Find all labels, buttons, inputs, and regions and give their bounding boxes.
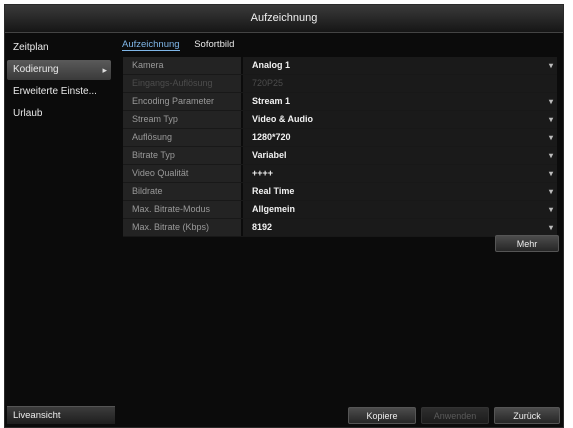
setting-value: Analog 1 — [252, 60, 291, 70]
setting-row-max-bitrate-kbps: Max. Bitrate (Kbps) 8192 ▾ — [123, 219, 557, 237]
setting-label: Bitrate Typ — [123, 147, 241, 164]
chevron-down-icon: ▾ — [548, 133, 553, 142]
sidebar-item-erweiterte-einstellungen[interactable]: Erweiterte Einste... — [7, 82, 111, 102]
frame-rate-select[interactable]: Real Time ▾ — [243, 183, 557, 200]
sidebar-item-kodierung[interactable]: Kodierung ▸ — [7, 60, 111, 80]
tab-sofortbild[interactable]: Sofortbild — [194, 39, 234, 50]
setting-label: Stream Typ — [123, 111, 241, 128]
chevron-down-icon: ▾ — [548, 115, 553, 124]
back-button[interactable]: Zurück — [494, 407, 560, 424]
title-bar: Aufzeichnung — [5, 5, 563, 33]
setting-value: Allgemein — [252, 204, 296, 214]
sidebar-item-label: Urlaub — [13, 108, 43, 119]
encoding-parameter-select[interactable]: Stream 1 ▾ — [243, 93, 557, 110]
copy-button[interactable]: Kopiere — [348, 407, 416, 424]
sidebar-item-label: Erweiterte Einste... — [13, 86, 97, 97]
setting-label: Video Qualität — [123, 165, 241, 182]
setting-value: 1280*720 — [252, 132, 291, 142]
setting-row-aufloesung: Auflösung 1280*720 ▾ — [123, 129, 557, 147]
chevron-down-icon: ▾ — [548, 61, 553, 70]
apply-button[interactable]: Anwenden — [421, 407, 489, 424]
tab-bar: Aufzeichnung Sofortbild — [122, 39, 246, 53]
input-resolution-value: 720P25 — [243, 75, 557, 92]
live-view-button[interactable]: Liveansicht — [7, 406, 115, 424]
setting-label: Encoding Parameter — [123, 93, 241, 110]
setting-row-max-bitrate-modus: Max. Bitrate-Modus Allgemein ▾ — [123, 201, 557, 219]
chevron-down-icon: ▾ — [548, 151, 553, 160]
setting-label: Eingangs-Auflösung — [123, 75, 241, 92]
setting-row-video-qualitaet: Video Qualität ++++ ▾ — [123, 165, 557, 183]
setting-row-eingangs-aufloesung: Eingangs-Auflösung 720P25 — [123, 75, 557, 93]
sidebar-item-label: Zeitplan — [13, 42, 49, 53]
video-quality-select[interactable]: ++++ ▾ — [243, 165, 557, 182]
setting-row-bildrate: Bildrate Real Time ▾ — [123, 183, 557, 201]
chevron-down-icon: ▾ — [548, 97, 553, 106]
setting-value: Variabel — [252, 150, 287, 160]
recording-settings-window: Aufzeichnung Zeitplan Kodierung ▸ Erweit… — [4, 4, 564, 428]
setting-row-bitrate-typ: Bitrate Typ Variabel ▾ — [123, 147, 557, 165]
setting-value: 8192 — [252, 222, 273, 232]
setting-label: Max. Bitrate-Modus — [123, 201, 241, 218]
setting-value: Real Time — [252, 186, 295, 196]
setting-row-stream-typ: Stream Typ Video & Audio ▾ — [123, 111, 557, 129]
setting-label: Bildrate — [123, 183, 241, 200]
sidebar: Zeitplan Kodierung ▸ Erweiterte Einste..… — [7, 38, 111, 126]
window-title: Aufzeichnung — [250, 12, 318, 24]
sidebar-item-urlaub[interactable]: Urlaub — [7, 104, 111, 124]
stream-type-select[interactable]: Video & Audio ▾ — [243, 111, 557, 128]
setting-value: ++++ — [252, 168, 274, 178]
chevron-down-icon: ▾ — [548, 223, 553, 232]
camera-select[interactable]: Analog 1 ▾ — [243, 57, 557, 74]
setting-label: Kamera — [123, 57, 241, 74]
sidebar-item-zeitplan[interactable]: Zeitplan — [7, 38, 111, 58]
setting-value: Video & Audio — [252, 114, 314, 124]
setting-value: 720P25 — [252, 78, 284, 88]
more-button[interactable]: Mehr — [495, 235, 559, 252]
chevron-down-icon: ▾ — [548, 169, 553, 178]
chevron-down-icon: ▾ — [548, 187, 553, 196]
chevron-right-icon: ▸ — [102, 65, 107, 75]
setting-label: Auflösung — [123, 129, 241, 146]
setting-row-kamera: Kamera Analog 1 ▾ — [123, 57, 557, 75]
resolution-select[interactable]: 1280*720 ▾ — [243, 129, 557, 146]
tab-aufzeichnung[interactable]: Aufzeichnung — [122, 39, 180, 51]
setting-value: Stream 1 — [252, 96, 291, 106]
sidebar-item-label: Kodierung — [13, 64, 59, 75]
max-bitrate-mode-select[interactable]: Allgemein ▾ — [243, 201, 557, 218]
max-bitrate-select[interactable]: 8192 ▾ — [243, 219, 557, 236]
setting-label: Max. Bitrate (Kbps) — [123, 219, 241, 236]
setting-row-encoding-parameter: Encoding Parameter Stream 1 ▾ — [123, 93, 557, 111]
chevron-down-icon: ▾ — [548, 205, 553, 214]
encoding-settings-table: Kamera Analog 1 ▾ Eingangs-Auflösung 720… — [123, 57, 557, 237]
bitrate-type-select[interactable]: Variabel ▾ — [243, 147, 557, 164]
